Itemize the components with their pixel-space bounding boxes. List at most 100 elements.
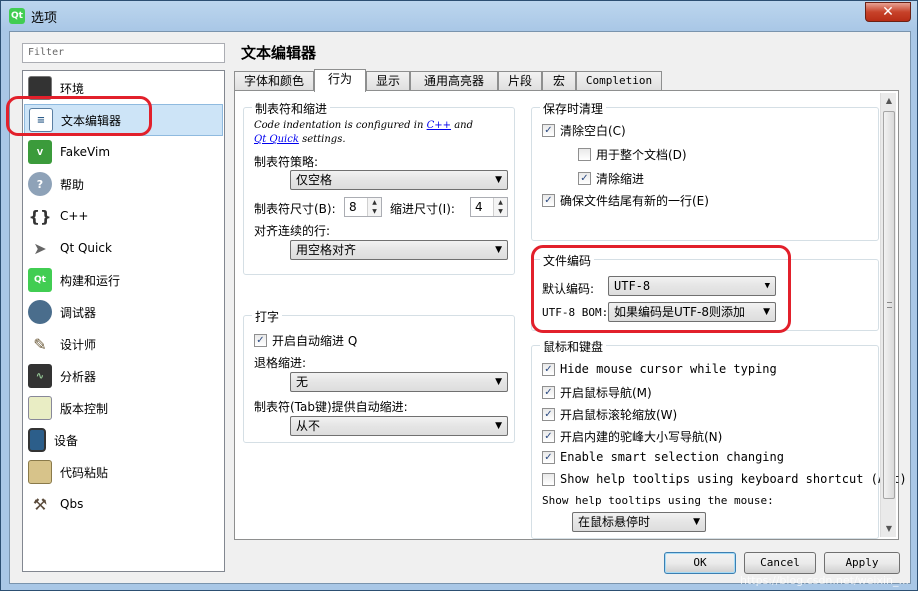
category-debugger[interactable]: 调试器 — [24, 296, 223, 328]
camel-case-checkbox[interactable]: ✓ 开启内建的驼峰大小写导航(N) — [542, 428, 722, 445]
cancel-button[interactable]: Cancel — [744, 552, 816, 574]
designer-icon: ✎ — [33, 334, 47, 354]
checkbox-check-icon: ✓ — [542, 124, 555, 137]
category-label: 版本控制 — [60, 401, 109, 416]
default-encoding-combo[interactable]: UTF-8 ▼ — [608, 276, 776, 296]
auto-indent-checkbox[interactable]: ✓ 开启自动缩进 Q — [254, 332, 357, 349]
indent-size-label: 缩进尺寸(I): — [390, 202, 455, 216]
tab-font-color[interactable]: 字体和颜色 — [234, 71, 314, 91]
qtquick-settings-link[interactable]: Qt Quick — [254, 134, 299, 145]
scroll-down-icon[interactable]: ▼ — [881, 521, 897, 537]
chevron-down-icon: ▼ — [495, 421, 502, 431]
mouse-navigation-checkbox[interactable]: ✓ 开启鼠标导航(M) — [542, 384, 652, 401]
align-label: 对齐连续的行: — [254, 224, 331, 238]
checkbox-check-icon: ✓ — [542, 386, 555, 399]
checkbox-check-icon: ✓ — [542, 450, 555, 464]
watermark-text: https://blog.csdn.net/weixin_... — [739, 574, 909, 587]
ok-button[interactable]: OK — [664, 552, 736, 574]
category-label: 文本编辑器 — [61, 113, 122, 128]
checkbox-empty-icon — [542, 472, 555, 486]
options-window: Qt 选项 ✕ Filter 环境 ≡ 文本编辑器 V FakeVim ? 帮助 — [0, 0, 918, 591]
vertical-scrollbar[interactable]: ▲ ▼ — [880, 93, 896, 537]
category-build-run[interactable]: Qt 构建和运行 — [24, 264, 223, 296]
tab-policy-combo[interactable]: 仅空格 ▼ — [290, 170, 508, 190]
spin-arrows-icon: ▲ ▼ — [493, 198, 507, 216]
hide-cursor-checkbox[interactable]: ✓ Hide mouse cursor while typing — [542, 362, 777, 376]
apply-button[interactable]: Apply — [824, 552, 900, 574]
device-icon — [28, 428, 46, 452]
smart-selection-checkbox[interactable]: ✓ Enable smart selection changing — [542, 450, 784, 464]
scroll-thumb[interactable] — [883, 111, 895, 499]
indent-size-spinbox[interactable]: 4 ▲ ▼ — [470, 197, 508, 217]
hammer-icon: ⚒ — [32, 494, 48, 514]
tab-generic-highlighter[interactable]: 通用高亮器 — [410, 71, 498, 91]
category-label: C++ — [60, 209, 89, 223]
ensure-newline-checkbox[interactable]: ✓ 确保文件结尾有新的一行(E) — [542, 192, 709, 209]
tab-behavior[interactable]: 行为 — [314, 69, 366, 92]
group-title: 打字 — [252, 308, 283, 325]
cleanup-group: 保存时清理 ✓ 清除空白(C) 用于整个文档(D) ✓ 清除缩进 ✓ 确保文件结尾有新… — [531, 100, 879, 241]
entire-document-checkbox[interactable]: 用于整个文档(D) — [578, 146, 687, 163]
chevron-down-icon: ▼ — [495, 245, 502, 255]
checkbox-check-icon: ✓ — [542, 194, 555, 207]
spin-arrows-icon: ▲ ▼ — [367, 198, 381, 216]
close-button[interactable]: ✕ — [865, 2, 911, 22]
tab-macros[interactable]: 宏 — [542, 71, 576, 91]
category-label: 帮助 — [60, 177, 85, 192]
code-paste-icon — [28, 460, 52, 484]
tooltips-mouse-label: Show help tooltips using the mouse: — [542, 494, 774, 507]
category-fakevim[interactable]: V FakeVim — [24, 136, 223, 168]
category-code-paste[interactable]: 代码粘贴 — [24, 456, 223, 488]
category-analyzer[interactable]: ∿ 分析器 — [24, 360, 223, 392]
category-help[interactable]: ? 帮助 — [24, 168, 223, 200]
tab-size-spinbox[interactable]: 8 ▲ ▼ — [344, 197, 382, 217]
tab-display[interactable]: 显示 — [366, 71, 410, 91]
strip-whitespace-checkbox[interactable]: ✓ 清除空白(C) — [542, 122, 626, 139]
tab-snippets[interactable]: 片段 — [498, 71, 542, 91]
category-label: Qbs — [60, 497, 84, 511]
tab-auto-indent-combo[interactable]: 从不 ▼ — [290, 416, 508, 436]
category-text-editor[interactable]: ≡ 文本编辑器 — [24, 104, 223, 136]
qt-app-icon: Qt — [9, 8, 25, 24]
backspace-indent-combo[interactable]: 无 ▼ — [290, 372, 508, 392]
category-designer[interactable]: ✎ 设计师 — [24, 328, 223, 360]
file-encoding-group: 文件编码 默认编码: UTF-8 ▼ UTF-8 BOM: 如果编码是UTF-8则… — [531, 252, 879, 331]
category-label: FakeVim — [60, 145, 111, 159]
paper-plane-icon: ➤ — [33, 238, 47, 258]
text-editor-icon: ≡ — [29, 108, 53, 132]
build-run-icon: Qt — [28, 268, 52, 292]
category-label: 设备 — [54, 433, 79, 448]
category-environment[interactable]: 环境 — [24, 72, 223, 104]
category-device[interactable]: 设备 — [24, 424, 223, 456]
debugger-icon — [28, 300, 52, 324]
cpp-settings-link[interactable]: C++ — [427, 120, 451, 131]
align-continuation-combo[interactable]: 用空格对齐 ▼ — [290, 240, 508, 260]
category-cpp[interactable]: {} C++ — [24, 200, 223, 232]
default-encoding-label: 默认编码: — [542, 282, 595, 296]
clean-indentation-checkbox[interactable]: ✓ 清除缩进 — [578, 170, 644, 187]
scroll-zoom-checkbox[interactable]: ✓ 开启鼠标滚轮缩放(W) — [542, 406, 677, 423]
category-version-control[interactable]: 版本控制 — [24, 392, 223, 424]
category-label: 调试器 — [60, 305, 97, 320]
mouse-keyboard-group: 鼠标和键盘 ✓ Hide mouse cursor while typing ✓ 开… — [531, 338, 907, 539]
chevron-down-icon: ▼ — [763, 307, 770, 317]
grip-icon — [887, 302, 892, 308]
utf8-bom-combo[interactable]: 如果编码是UTF-8则添加 ▼ — [608, 302, 776, 322]
shortcut-tooltips-checkbox[interactable]: Show help tooltips using keyboard shortc… — [542, 472, 907, 486]
category-label: 代码粘贴 — [60, 465, 109, 480]
indent-hint-line2: Qt Quick settings. — [254, 134, 346, 145]
group-title: 制表符和缩进 — [252, 100, 331, 117]
analyzer-icon: ∿ — [28, 364, 52, 388]
scroll-up-icon[interactable]: ▲ — [881, 93, 897, 109]
category-label: Qt Quick — [60, 241, 112, 255]
behavior-tab-panel: 制表符和缩进 Code indentation is configured in… — [234, 90, 907, 540]
filter-input[interactable]: Filter — [22, 43, 225, 63]
category-qt-quick[interactable]: ➤ Qt Quick — [24, 232, 223, 264]
category-qbs[interactable]: ⚒ Qbs — [24, 488, 223, 520]
dialog-client-area: Filter 环境 ≡ 文本编辑器 V FakeVim ? 帮助 {} C++ — [6, 31, 911, 584]
category-list: 环境 ≡ 文本编辑器 V FakeVim ? 帮助 {} C++ ➤ Qt Qu… — [22, 70, 225, 572]
title-bar: Qt 选项 ✕ — [1, 1, 917, 31]
tooltips-mouse-combo[interactable]: 在鼠标悬停时 ▼ — [572, 512, 706, 532]
chevron-down-icon: ▼ — [495, 377, 502, 387]
tab-completion[interactable]: Completion — [576, 71, 662, 91]
